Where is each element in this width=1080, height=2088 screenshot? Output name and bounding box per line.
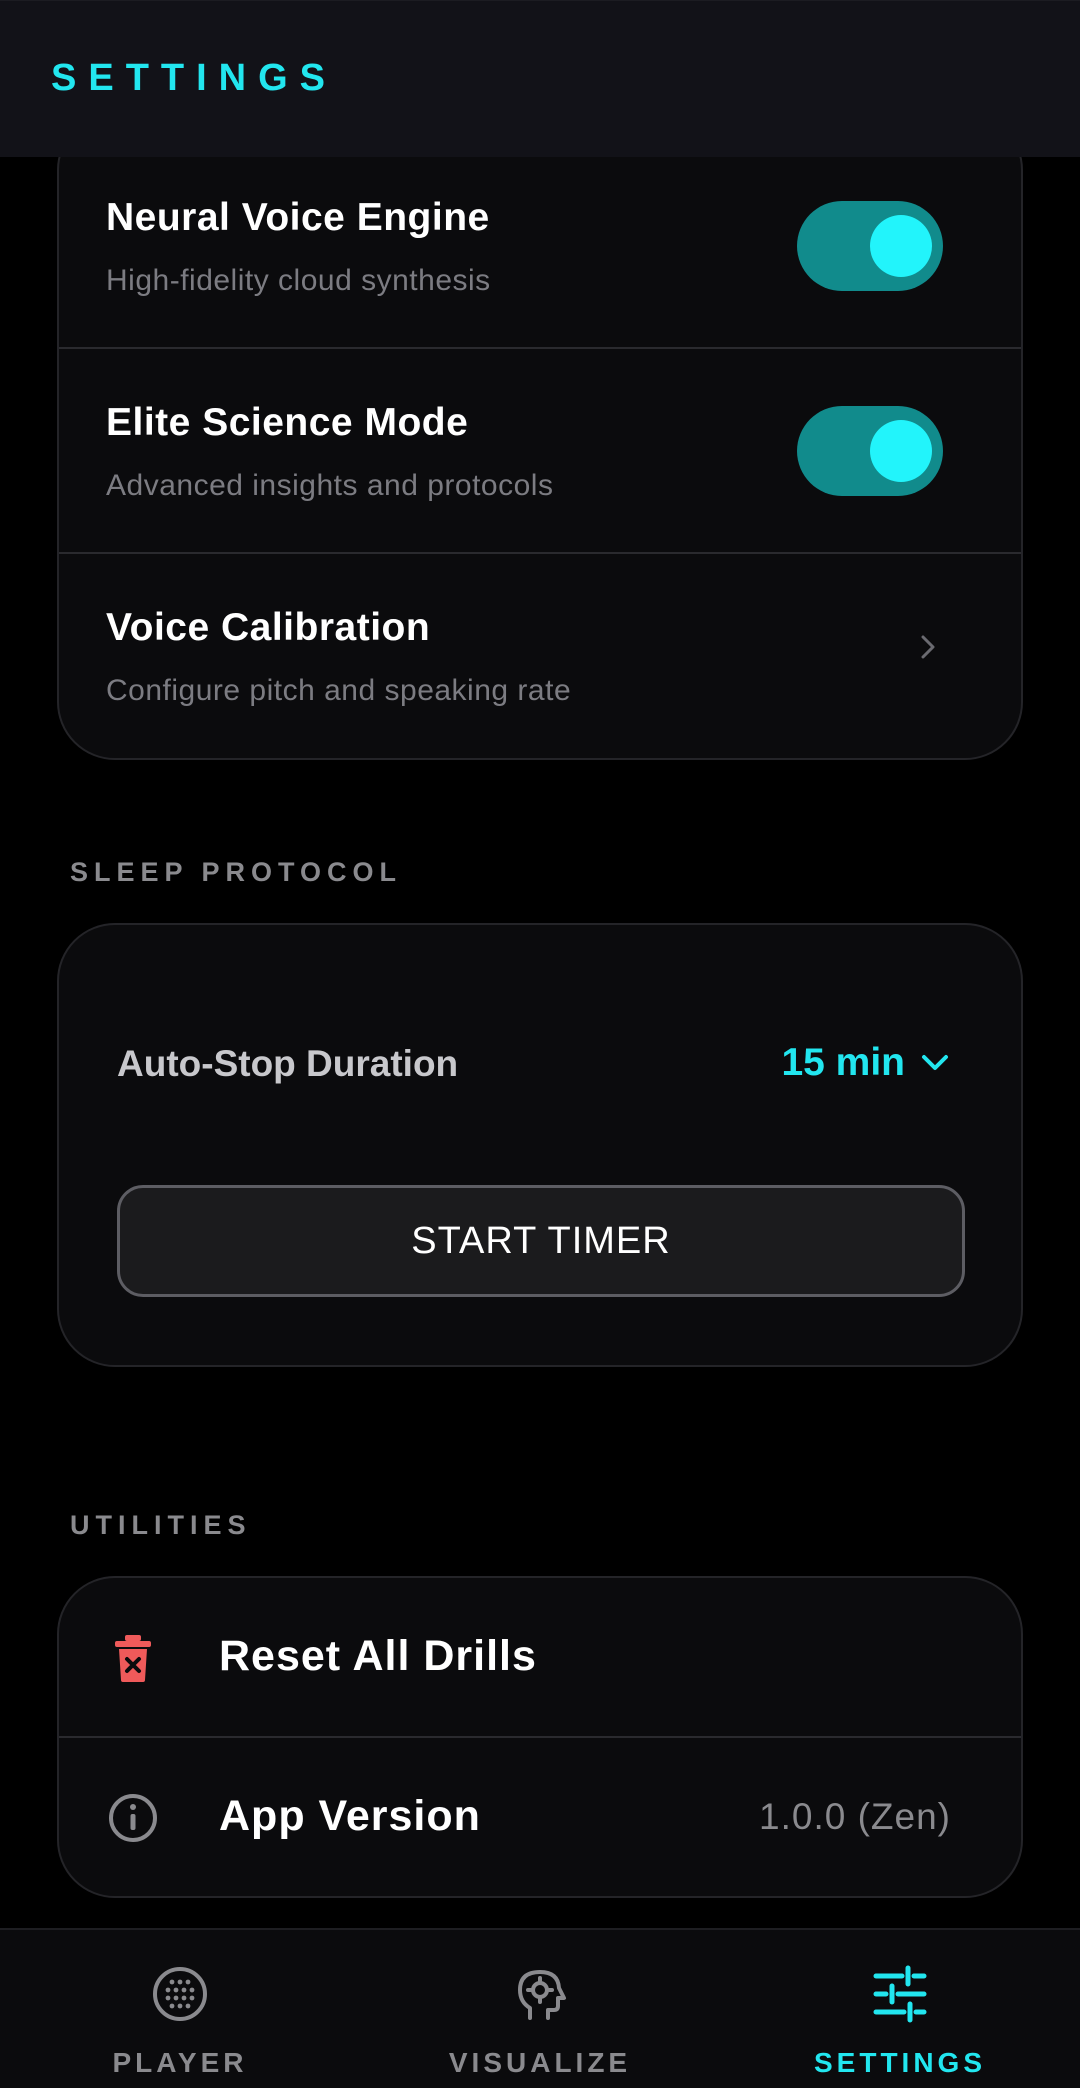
nav-item-player[interactable]: PLAYER: [0, 1930, 360, 2088]
reset-all-drills-row[interactable]: Reset All Drills: [59, 1578, 1021, 1738]
top-app-bar: SETTINGS: [0, 0, 1080, 157]
sliders-icon: [873, 1965, 927, 2023]
nav-item-settings[interactable]: SETTINGS: [720, 1930, 1080, 2088]
nav-label: SETTINGS: [813, 2047, 986, 2078]
page-title: SETTINGS: [51, 57, 338, 99]
toggle-knob: [870, 215, 932, 277]
section-label-utilities: UTILITIES: [70, 1510, 252, 1540]
toggle-knob: [870, 420, 932, 482]
nav-item-visualize[interactable]: VISUALIZE: [360, 1930, 720, 2088]
row-title: Elite Science Mode: [106, 401, 469, 444]
chevron-down-icon: [922, 1055, 948, 1070]
auto-stop-duration-label: Auto-Stop Duration: [117, 1043, 459, 1084]
row-subtitle: Configure pitch and speaking rate: [106, 674, 572, 707]
app-version-row: App Version 1.0.0 (Zen): [59, 1738, 1021, 1896]
nav-label: VISUALIZE: [448, 2047, 632, 2078]
utilities-card: Reset All Drills App Version 1.0.0 (Zen): [57, 1576, 1023, 1898]
voice-settings-card: Neural Voice Engine High-fidelity cloud …: [57, 112, 1023, 760]
app-version-value: 1.0.0 (Zen): [759, 1796, 951, 1837]
trash-icon: [115, 1635, 151, 1682]
row-title: Voice Calibration: [106, 606, 431, 649]
elite-science-mode-toggle[interactable]: [797, 406, 943, 496]
sleep-protocol-card: Auto-Stop Duration 15 min START TIMER: [57, 923, 1023, 1367]
start-timer-button[interactable]: START TIMER: [117, 1185, 965, 1297]
section-label-sleep-protocol: SLEEP PROTOCOL: [70, 857, 403, 887]
row-title: Neural Voice Engine: [106, 196, 490, 239]
nav-label: PLAYER: [112, 2047, 248, 2078]
row-subtitle: High-fidelity cloud synthesis: [106, 264, 491, 297]
elite-science-mode-row[interactable]: Elite Science Mode Advanced insights and…: [59, 349, 1021, 554]
info-icon: [109, 1794, 157, 1842]
chevron-right-icon: [921, 635, 935, 659]
sphere-grid-icon: [153, 1967, 207, 2021]
settings-screen: SETTINGS Neural Voice Engine High-fideli…: [0, 0, 1080, 2088]
reset-all-drills-label: Reset All Drills: [219, 1632, 537, 1680]
neural-voice-engine-toggle[interactable]: [797, 201, 943, 291]
duration-value: 15 min: [781, 1041, 905, 1084]
duration-dropdown[interactable]: 15 min: [781, 1035, 951, 1091]
head-gear-icon: [518, 1970, 566, 2020]
row-subtitle: Advanced insights and protocols: [106, 469, 554, 502]
voice-calibration-row[interactable]: Voice Calibration Configure pitch and sp…: [59, 554, 1021, 758]
bottom-navigation: PLAYER VISUALIZE SETTINGS: [0, 1928, 1080, 2088]
app-version-label: App Version: [219, 1792, 481, 1840]
